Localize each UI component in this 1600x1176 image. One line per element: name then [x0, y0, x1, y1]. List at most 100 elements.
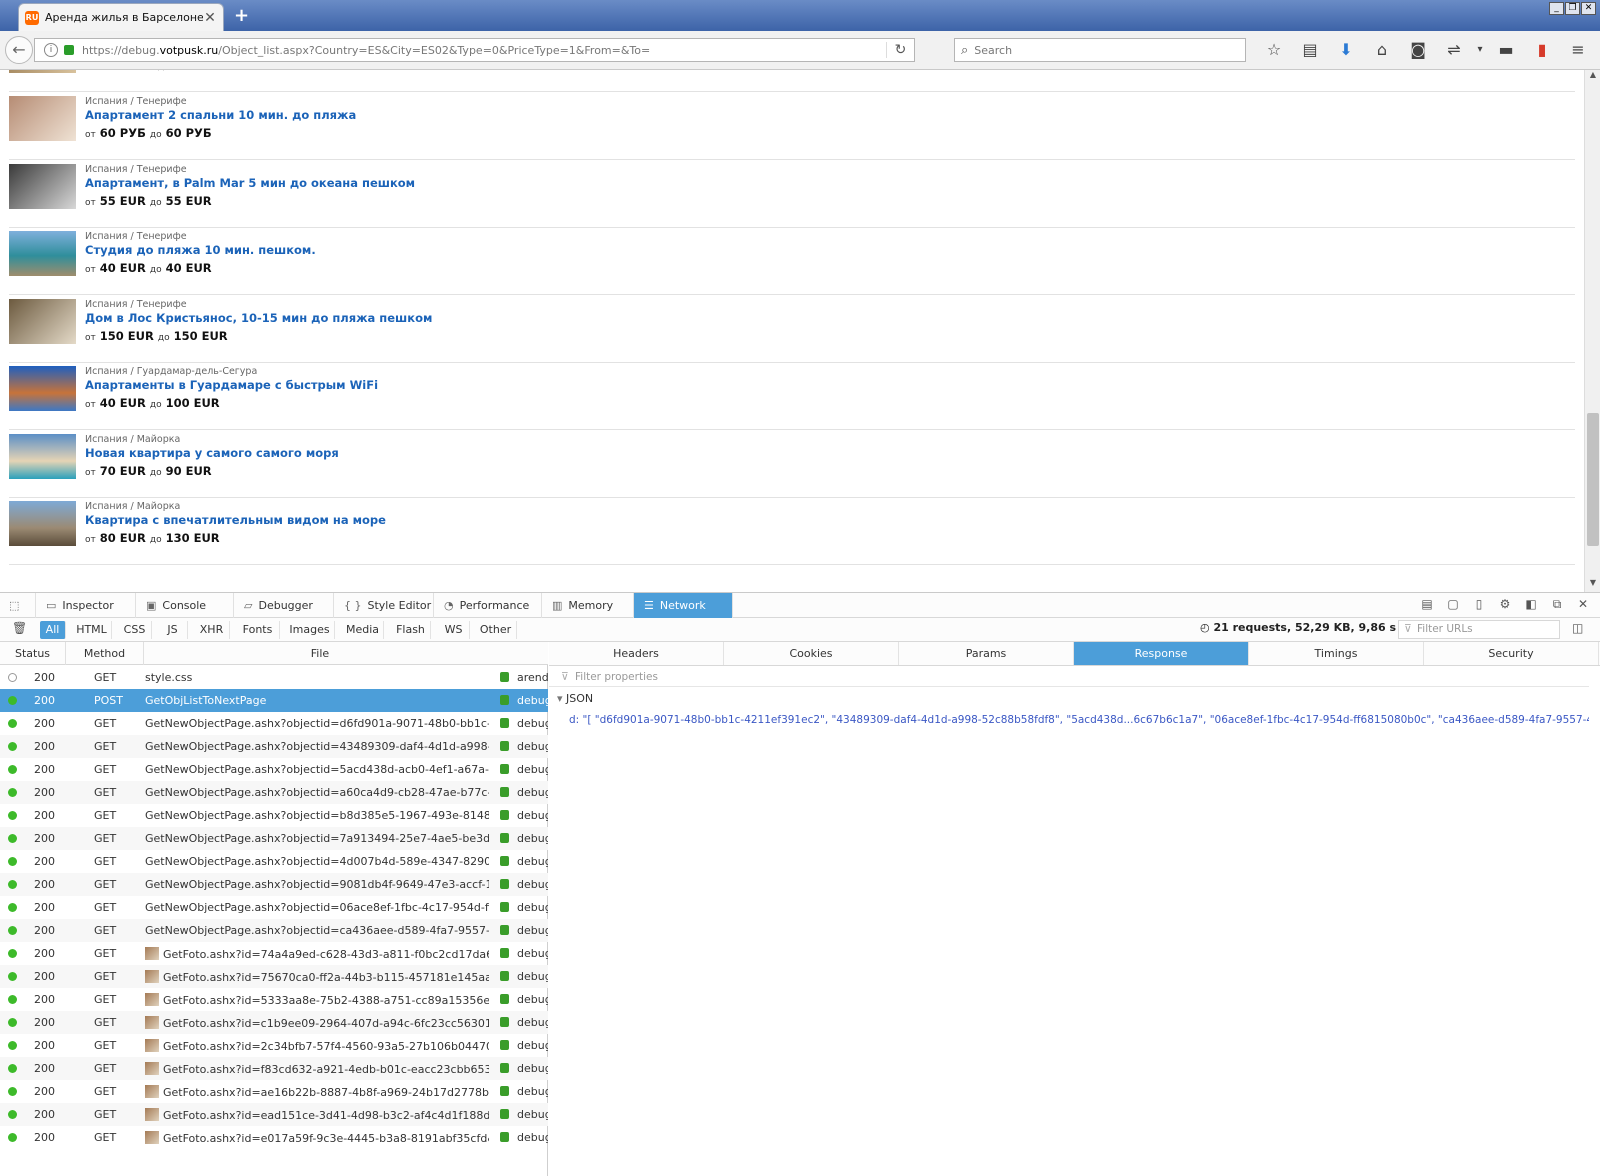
- element-picker-icon[interactable]: ⬚: [0, 593, 36, 618]
- tab-timings[interactable]: Timings: [1249, 642, 1424, 665]
- request-row[interactable]: 200 GET GetNewObjectPage.ashx?objectid=908…: [0, 873, 548, 896]
- clear-trash-icon[interactable]: 🗑: [12, 621, 27, 635]
- listing-thumbnail[interactable]: [9, 96, 76, 141]
- listing-title-link[interactable]: Апартамент, в Palm Mar 5 мин до океана п…: [85, 176, 415, 190]
- column-file[interactable]: File: [144, 642, 496, 665]
- tab-headers[interactable]: Headers: [549, 642, 724, 665]
- filter-js[interactable]: JS: [158, 621, 188, 639]
- request-row[interactable]: 200 GET GetFoto.ashx?id=f83cd632-a921-4edb…: [0, 1057, 548, 1080]
- downloads-icon[interactable]: ⬇: [1328, 39, 1364, 61]
- filter-properties-input[interactable]: ⊽ Filter properties: [549, 668, 1589, 687]
- listing-thumbnail[interactable]: [9, 164, 76, 209]
- url-bar[interactable]: i https://debug.votpusk.ru/Object_list.a…: [34, 38, 915, 62]
- request-row[interactable]: 200 GET GetFoto.ashx?id=ae16b22b-8887-4b8f…: [0, 1080, 548, 1103]
- listing-thumbnail[interactable]: [9, 231, 76, 276]
- listing-title-link[interactable]: Дом в Лос Кристьянос, 10-15 мин до пляжа…: [85, 311, 432, 325]
- request-row[interactable]: 200 GET GetFoto.ashx?id=c1b9ee09-2964-407d…: [0, 1011, 548, 1034]
- listing-thumbnail[interactable]: [9, 434, 76, 479]
- sync-icon[interactable]: ⇌: [1436, 39, 1472, 61]
- listing-thumbnail[interactable]: [9, 299, 76, 344]
- back-arrow-icon[interactable]: ←: [5, 36, 33, 64]
- dropdown-icon[interactable]: ▾: [1472, 39, 1488, 61]
- close-devtools-icon[interactable]: ✕: [1570, 597, 1596, 612]
- toggle-sidebar-icon[interactable]: ◫: [1572, 621, 1583, 635]
- settings-gear-icon[interactable]: ⚙: [1492, 597, 1518, 612]
- search-input[interactable]: ⌕ Search: [954, 38, 1246, 62]
- browser-tab[interactable]: RU Аренда жилья в Барселоне ... ✕: [18, 3, 224, 31]
- filter-media[interactable]: Media: [342, 621, 384, 639]
- column-status[interactable]: Status: [0, 642, 66, 665]
- request-row[interactable]: 200 GET GetNewObjectPage.ashx?objectid=06a…: [0, 896, 548, 919]
- listing-title-link[interactable]: Апартамент 2 спальни 10 мин. до пляжа: [85, 108, 356, 122]
- request-row[interactable]: 200 GET GetNewObjectPage.ashx?objectid=ca4…: [0, 919, 548, 942]
- listing-title-link[interactable]: Апартаменты в Гуардамаре с быстрым WiFi: [85, 378, 378, 392]
- filter-all[interactable]: All: [40, 621, 66, 639]
- request-row[interactable]: 200 GET GetFoto.ashx?id=2c34bfb7-57f4-4560…: [0, 1034, 548, 1057]
- listing-title-link[interactable]: Квартира с впечатлительным видом на море: [85, 513, 386, 527]
- listing-title-link[interactable]: Студия до пляжа 10 мин. пешком.: [85, 243, 316, 257]
- tab-inspector[interactable]: ▭ Inspector: [36, 593, 136, 618]
- listing-thumbnail[interactable]: [9, 70, 76, 73]
- scroll-down-icon[interactable]: ▼: [1585, 578, 1600, 592]
- request-row[interactable]: 200 GET GetFoto.ashx?id=e017a59f-9c3e-4445…: [0, 1126, 548, 1149]
- filter-images[interactable]: Images: [285, 621, 335, 639]
- close-window-icon[interactable]: ✕: [1581, 2, 1596, 15]
- tab-style-editor[interactable]: { } Style Editor: [334, 593, 434, 618]
- scrollbar-thumb[interactable]: [1587, 413, 1599, 546]
- request-row[interactable]: 200 GET GetNewObjectPage.ashx?objectid=5ac…: [0, 758, 548, 781]
- chat-icon[interactable]: ▬: [1488, 39, 1524, 61]
- request-row[interactable]: 200 GET GetNewObjectPage.ashx?objectid=d6f…: [0, 712, 548, 735]
- filter-xhr[interactable]: XHR: [194, 621, 230, 639]
- json-value-line[interactable]: d: "[ "d6fd901a-9071-48b0-bb1c-4211ef391…: [569, 714, 1589, 726]
- menu-icon[interactable]: ≡: [1560, 39, 1596, 61]
- tab-console[interactable]: ▣ Console: [136, 593, 234, 618]
- column-method[interactable]: Method: [66, 642, 144, 665]
- bookmark-star-icon[interactable]: ☆: [1256, 39, 1292, 61]
- filter-other[interactable]: Other: [475, 621, 517, 639]
- filter-css[interactable]: CSS: [118, 621, 152, 639]
- request-row[interactable]: 200 GET style.css arenda: [0, 666, 548, 689]
- filter-html[interactable]: HTML: [72, 621, 112, 639]
- restore-icon[interactable]: ❐: [1565, 2, 1580, 15]
- listing-thumbnail[interactable]: [9, 366, 76, 411]
- url-text[interactable]: https://debug.votpusk.ru/Object_list.asp…: [82, 44, 886, 57]
- new-tab-icon[interactable]: +: [234, 5, 249, 26]
- tab-security[interactable]: Security: [1424, 642, 1599, 665]
- request-row[interactable]: 200 GET GetNewObjectPage.ashx?objectid=434…: [0, 735, 548, 758]
- tab-params[interactable]: Params: [899, 642, 1074, 665]
- close-tab-icon[interactable]: ✕: [203, 10, 217, 26]
- request-row[interactable]: 200 GET GetNewObjectPage.ashx?objectid=4d0…: [0, 850, 548, 873]
- dock-side-icon[interactable]: ◧: [1518, 597, 1544, 612]
- reading-list-icon[interactable]: ▤: [1292, 39, 1328, 61]
- request-row[interactable]: 200 GET GetNewObjectPage.ashx?objectid=b8d…: [0, 804, 548, 827]
- filter-fonts[interactable]: Fonts: [236, 621, 280, 639]
- tab-network[interactable]: ☰ Network: [634, 593, 733, 618]
- listing-thumbnail[interactable]: [9, 501, 76, 546]
- extension-icon[interactable]: ▮: [1524, 39, 1560, 61]
- undock-icon[interactable]: ⧉: [1544, 597, 1570, 612]
- filter-ws[interactable]: WS: [438, 621, 470, 639]
- request-row[interactable]: 200 GET GetNewObjectPage.ashx?objectid=a60…: [0, 781, 548, 804]
- request-row[interactable]: 200 POST GetObjListToNextPage debug: [0, 689, 548, 712]
- tab-memory[interactable]: ▥ Memory: [542, 593, 634, 618]
- filter-flash[interactable]: Flash: [391, 621, 431, 639]
- request-row[interactable]: 200 GET GetNewObjectPage.ashx?objectid=7a9…: [0, 827, 548, 850]
- request-row[interactable]: 200 GET GetFoto.ashx?id=75670ca0-ff2a-44b3…: [0, 965, 548, 988]
- request-row[interactable]: 200 GET GetFoto.ashx?id=ead151ce-3d41-4d98…: [0, 1103, 548, 1126]
- responsive-icon[interactable]: ▯: [1466, 597, 1492, 612]
- info-icon[interactable]: i: [44, 43, 58, 57]
- layout-icon[interactable]: ▤: [1414, 597, 1440, 612]
- tab-debugger[interactable]: ▱ Debugger: [234, 593, 334, 618]
- tab-performance[interactable]: ◔ Performance: [434, 593, 542, 618]
- pocket-icon[interactable]: ◙: [1400, 39, 1436, 61]
- tab-response[interactable]: Response: [1074, 642, 1249, 665]
- filter-urls-input[interactable]: ⊽ Filter URLs: [1398, 620, 1560, 639]
- request-row[interactable]: 200 GET GetFoto.ashx?id=5333aa8e-75b2-4388…: [0, 988, 548, 1011]
- listing-title-link[interactable]: Новая квартира у самого самого моря: [85, 446, 339, 460]
- home-icon[interactable]: ⌂: [1364, 39, 1400, 61]
- request-row[interactable]: 200 GET GetFoto.ashx?id=74a4a9ed-c628-43d3…: [0, 942, 548, 965]
- page-scrollbar[interactable]: ▲ ▼: [1584, 70, 1600, 592]
- scroll-up-icon[interactable]: ▲: [1585, 70, 1600, 84]
- minimize-icon[interactable]: _: [1549, 2, 1564, 15]
- reload-icon[interactable]: ↻: [886, 42, 914, 58]
